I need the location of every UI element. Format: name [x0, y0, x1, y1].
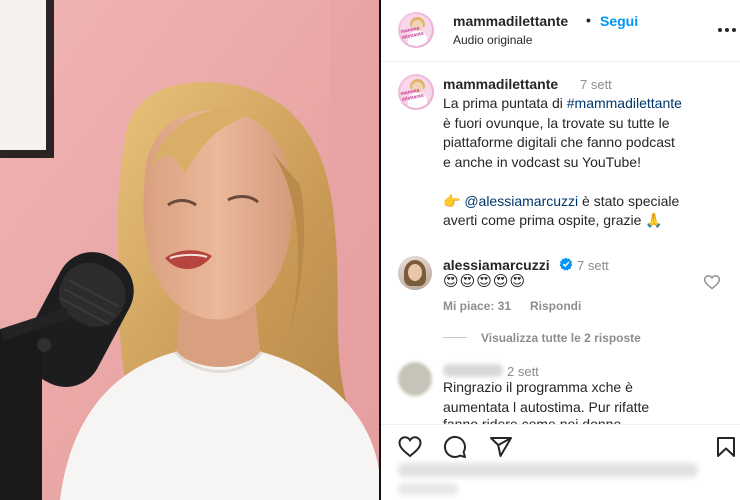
reply-button[interactable]: Rispondi: [530, 299, 581, 313]
author-username[interactable]: mammadilettante: [453, 13, 568, 29]
audio-label[interactable]: Audio originale: [453, 33, 532, 47]
comment-likes[interactable]: Mi piace: 31: [443, 299, 511, 313]
post-actions-bar: [381, 424, 740, 500]
verified-badge-icon: [559, 257, 573, 271]
video-frame-image: [0, 0, 379, 500]
comment-icon[interactable]: [443, 435, 467, 459]
more-options-icon[interactable]: [718, 20, 738, 40]
post-date-blurred: [398, 483, 458, 495]
post-header: mamma dilettante mammadilettante • Segui…: [381, 0, 740, 62]
pointing-hand-emoji: 👉: [443, 192, 461, 209]
replies-divider-line: [443, 337, 467, 338]
caption-avatar[interactable]: mamma dilettante: [398, 74, 434, 110]
comment2-text: Ringrazio il programma xche è aumentata …: [443, 379, 650, 415]
post-side-panel: mamma dilettante mammadilettante • Segui…: [381, 0, 740, 500]
separator-dot: •: [586, 12, 591, 28]
comment-username[interactable]: alessiamarcuzzi: [443, 257, 550, 273]
comment-time[interactable]: 7 sett: [577, 258, 609, 273]
comment-avatar[interactable]: [398, 256, 432, 290]
caption-text: La prima puntata di #mammadilettante è f…: [443, 95, 682, 228]
follow-button[interactable]: Segui: [600, 13, 638, 29]
comment2-username-blurred[interactable]: [443, 364, 503, 377]
mention-link[interactable]: @alessiamarcuzzi: [464, 193, 578, 209]
comment2-text-cut: fanno ridere come noi donne: [443, 416, 622, 424]
comment-text: 😍😍😍😍😍: [443, 273, 527, 290]
likes-summary-blurred: [398, 463, 698, 477]
heart-icon[interactable]: [398, 435, 422, 459]
caption-time[interactable]: 7 sett: [580, 77, 612, 92]
author-avatar[interactable]: mamma dilettante: [398, 12, 434, 48]
comment2-time[interactable]: 2 sett: [507, 364, 539, 379]
comment-like-heart-icon[interactable]: [703, 274, 721, 290]
hashtag-link[interactable]: #mammadilettante: [567, 95, 682, 111]
bookmark-icon[interactable]: [714, 435, 738, 459]
view-replies-button[interactable]: Visualizza tutte le 2 risposte: [481, 331, 641, 345]
share-icon[interactable]: [489, 435, 513, 459]
caption-username[interactable]: mammadilettante: [443, 76, 558, 92]
post-video[interactable]: [0, 0, 379, 500]
comment2-avatar-blurred[interactable]: [398, 362, 432, 396]
